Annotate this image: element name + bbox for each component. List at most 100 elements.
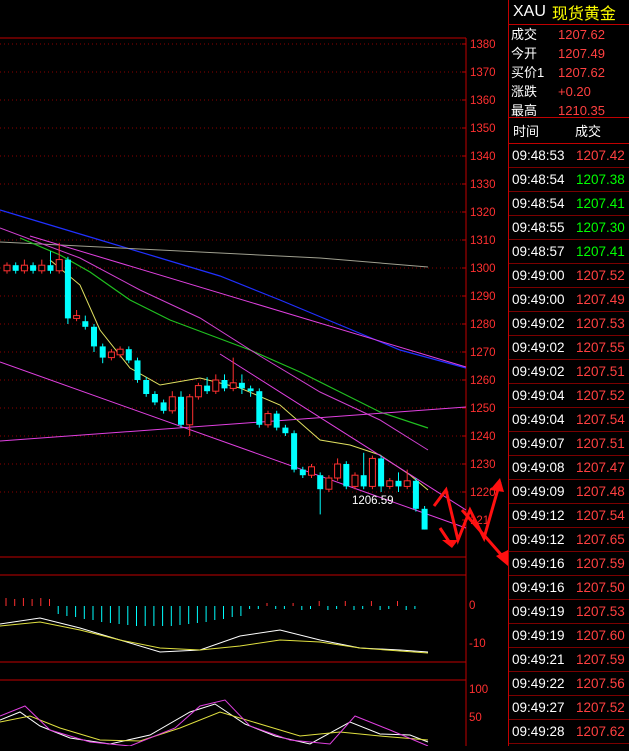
tick-row[interactable]: 09:49:00 1207.49 (509, 288, 629, 312)
candle-body (47, 265, 54, 271)
tick-row[interactable]: 09:49:16 1207.59 (509, 552, 629, 576)
price-axis-label: 1380 (470, 39, 496, 51)
candle (134, 357, 141, 383)
tick-price: 1207.54 (576, 508, 625, 523)
candle-body (273, 413, 280, 428)
candle-body (160, 402, 167, 411)
tick-header-time: 时间 (513, 124, 540, 139)
candle (125, 346, 132, 364)
quote-label: 今开 (511, 46, 538, 61)
tick-price: 1207.42 (576, 148, 625, 163)
tick-time: 09:49:16 (512, 556, 565, 571)
candle (143, 377, 150, 397)
tick-price: 1207.54 (576, 412, 625, 427)
tick-price: 1207.56 (576, 676, 625, 691)
candle-body (299, 469, 306, 476)
tick-time: 09:49:12 (512, 532, 565, 547)
tick-row[interactable]: 09:49:16 1207.50 (509, 576, 629, 600)
quote-value: 1207.49 (558, 46, 605, 61)
candle (299, 466, 306, 478)
tick-row[interactable]: 09:48:54 1207.41 (509, 192, 629, 216)
price-axis-label: 1270 (470, 347, 496, 359)
quote-label: 最高 (511, 103, 538, 118)
quote-row-bid: 买价1 1207.62 (509, 63, 629, 82)
quote-value: +0.20 (558, 84, 591, 99)
candle-body (178, 396, 184, 425)
kdj-axis-100: 100 (469, 684, 489, 696)
symbol-header[interactable]: XAU 现货黄金 (509, 0, 629, 25)
tick-row[interactable]: 09:48:53 1207.42 (509, 144, 629, 168)
tick-time: 09:49:09 (512, 484, 565, 499)
candle-body (168, 396, 176, 412)
tick-row[interactable]: 09:49:22 1207.56 (509, 672, 629, 696)
tick-row[interactable]: 09:49:28 1207.62 (509, 720, 629, 744)
tick-row[interactable]: 09:48:55 1207.30 (509, 216, 629, 240)
tick-time: 09:49:21 (512, 652, 565, 667)
tick-price: 1207.53 (576, 604, 625, 619)
tick-time: 09:49:19 (512, 604, 565, 619)
candle-body (291, 433, 298, 470)
candle (30, 262, 37, 274)
tick-time: 09:49:28 (512, 724, 565, 739)
tick-price: 1207.51 (576, 436, 625, 451)
candle (178, 391, 184, 428)
low-price-label: 1206.59 (352, 495, 394, 507)
tick-row[interactable]: 09:49:19 1207.60 (509, 624, 629, 648)
candle (116, 346, 124, 358)
candle-body (143, 380, 150, 394)
candle-body (229, 382, 237, 389)
tick-time: 09:49:02 (512, 316, 565, 331)
candle (386, 478, 394, 490)
candle-body (395, 480, 402, 487)
tick-row[interactable]: 09:49:02 1207.51 (509, 360, 629, 384)
tick-row[interactable]: 09:49:02 1207.55 (509, 336, 629, 360)
tick-row[interactable]: 09:49:12 1207.54 (509, 504, 629, 528)
tick-row[interactable]: 09:49:00 1207.52 (509, 264, 629, 288)
quote-value: 1210.35 (558, 103, 605, 118)
tick-row[interactable]: 09:49:19 1207.53 (509, 600, 629, 624)
candle (12, 262, 19, 274)
candle (360, 452, 367, 490)
candle (317, 472, 324, 515)
tick-row[interactable]: 09:49:04 1207.52 (509, 384, 629, 408)
tick-price: 1207.59 (576, 556, 625, 571)
tick-row[interactable]: 09:48:57 1207.41 (509, 240, 629, 264)
price-axis-label: 1230 (470, 459, 496, 471)
quote-label: 买价1 (511, 65, 545, 80)
candle (73, 310, 81, 322)
quote-summary: 成交 1207.62 今开 1207.49 买价1 1207.62 涨跌 +0.20 最… (509, 25, 629, 118)
tick-time: 09:48:57 (512, 244, 565, 259)
candle (194, 382, 202, 400)
candle (107, 349, 115, 361)
tick-price: 1207.47 (576, 460, 625, 475)
candle (20, 259, 28, 274)
candle-body (343, 464, 350, 487)
candle (351, 472, 359, 490)
tick-row[interactable]: 09:49:07 1207.51 (509, 432, 629, 456)
candle-body (368, 457, 376, 487)
price-axis-label: 1300 (470, 263, 496, 275)
tick-price: 1207.51 (576, 364, 625, 379)
candle (38, 259, 46, 274)
candle (256, 388, 263, 428)
quote-value: 1207.62 (558, 65, 605, 80)
tick-list[interactable]: 09:48:53 1207.42 09:48:54 1207.38 09:48:54 12… (509, 144, 629, 744)
tick-row[interactable]: 09:49:12 1207.65 (509, 528, 629, 552)
tick-row[interactable]: 09:49:02 1207.53 (509, 312, 629, 336)
tick-price: 1207.48 (576, 484, 625, 499)
candle-body (82, 321, 89, 327)
kline-chart[interactable]: 1380 1370 1360 1350 1340 1330 1320 1310 1300 1290… (0, 0, 508, 747)
quote-row-last: 成交 1207.62 (509, 25, 629, 44)
tick-row[interactable]: 09:49:27 1207.52 (509, 696, 629, 720)
kline-chart-area[interactable]: 1380 1370 1360 1350 1340 1330 1320 1310 1300 1290… (0, 0, 508, 747)
tick-time: 09:49:00 (512, 292, 565, 307)
tick-row[interactable]: 09:49:21 1207.59 (509, 648, 629, 672)
candle-body (12, 265, 19, 271)
candle-body (360, 475, 367, 487)
candle-body (308, 466, 315, 476)
tick-row[interactable]: 09:49:08 1207.47 (509, 456, 629, 480)
tick-row[interactable]: 09:49:09 1207.48 (509, 480, 629, 504)
tick-row[interactable]: 09:48:54 1207.38 (509, 168, 629, 192)
price-axis-label: 1350 (470, 123, 496, 135)
tick-row[interactable]: 09:49:04 1207.54 (509, 408, 629, 432)
